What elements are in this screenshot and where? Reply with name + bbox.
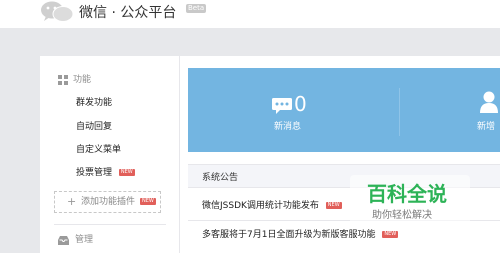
watermark-title: 百科全说: [367, 182, 447, 206]
inbox-icon: [58, 236, 69, 245]
platform-title: 微信 · 公众平台: [79, 5, 177, 21]
wechat-logo-icon: [41, 1, 74, 22]
sidebar-section-function: 功能: [58, 73, 168, 87]
notice-item[interactable]: 微信JSSDK调用统计功能发布 NEW: [202, 199, 342, 213]
add-plugin-label: 添加功能插件: [81, 197, 136, 207]
sidebar-item-mass-send[interactable]: 群发功能: [76, 96, 112, 110]
add-plugin-button[interactable]: + 添加功能插件 NEW: [54, 191, 161, 213]
new-badge: NEW: [118, 169, 135, 176]
plus-icon: +: [67, 195, 77, 208]
new-messages-count: 0: [294, 92, 307, 116]
new-messages-stat[interactable]: 0 新消息: [272, 92, 318, 132]
notice-item[interactable]: 多客服将于7月1日全面升级为新版客服功能 NEW: [202, 228, 399, 242]
sidebar-section-management[interactable]: 管理: [58, 233, 168, 247]
notice-item-text: 多客服将于7月1日全面升级为新版客服功能: [202, 230, 376, 240]
sidebar: 功能 群发功能 自动回复 自定义菜单 投票管理 NEW + 添加功能插件 NEW…: [40, 56, 180, 253]
stats-banner: 0 新消息 新增: [188, 68, 500, 152]
watermark: 百科全说 助你轻松解决: [350, 175, 470, 227]
new-badge: NEW: [382, 231, 399, 238]
person-icon: [480, 91, 498, 113]
sidebar-item-vote-management[interactable]: 投票管理 NEW: [76, 166, 135, 180]
notice-title: 系统公告: [202, 173, 239, 183]
notice-item-text: 微信JSSDK调用统计功能发布: [202, 201, 319, 211]
section-label: 功能: [73, 75, 92, 85]
sidebar-item-auto-reply[interactable]: 自动回复: [76, 120, 112, 134]
new-followers-label[interactable]: 新增: [477, 119, 495, 132]
new-badge: NEW: [140, 198, 156, 205]
top-header: 微信 · 公众平台 Beta: [0, 0, 500, 28]
sidebar-divider: [54, 224, 166, 225]
section-label: 管理: [75, 235, 94, 245]
sidebar-item-label: 自定义菜单: [76, 145, 122, 155]
message-icon: [272, 98, 292, 114]
beta-badge: Beta: [186, 4, 207, 13]
sidebar-item-custom-menu[interactable]: 自定义菜单: [76, 143, 121, 157]
grid-icon: [58, 75, 68, 85]
watermark-subtitle: 助你轻松解决: [372, 210, 432, 221]
new-badge: NEW: [325, 202, 342, 209]
new-messages-label: 新消息: [274, 122, 302, 132]
stats-divider: [399, 88, 400, 136]
sidebar-item-label: 自动回复: [76, 122, 113, 132]
sidebar-item-label: 投票管理: [76, 168, 113, 178]
sidebar-item-label: 群发功能: [76, 98, 113, 108]
